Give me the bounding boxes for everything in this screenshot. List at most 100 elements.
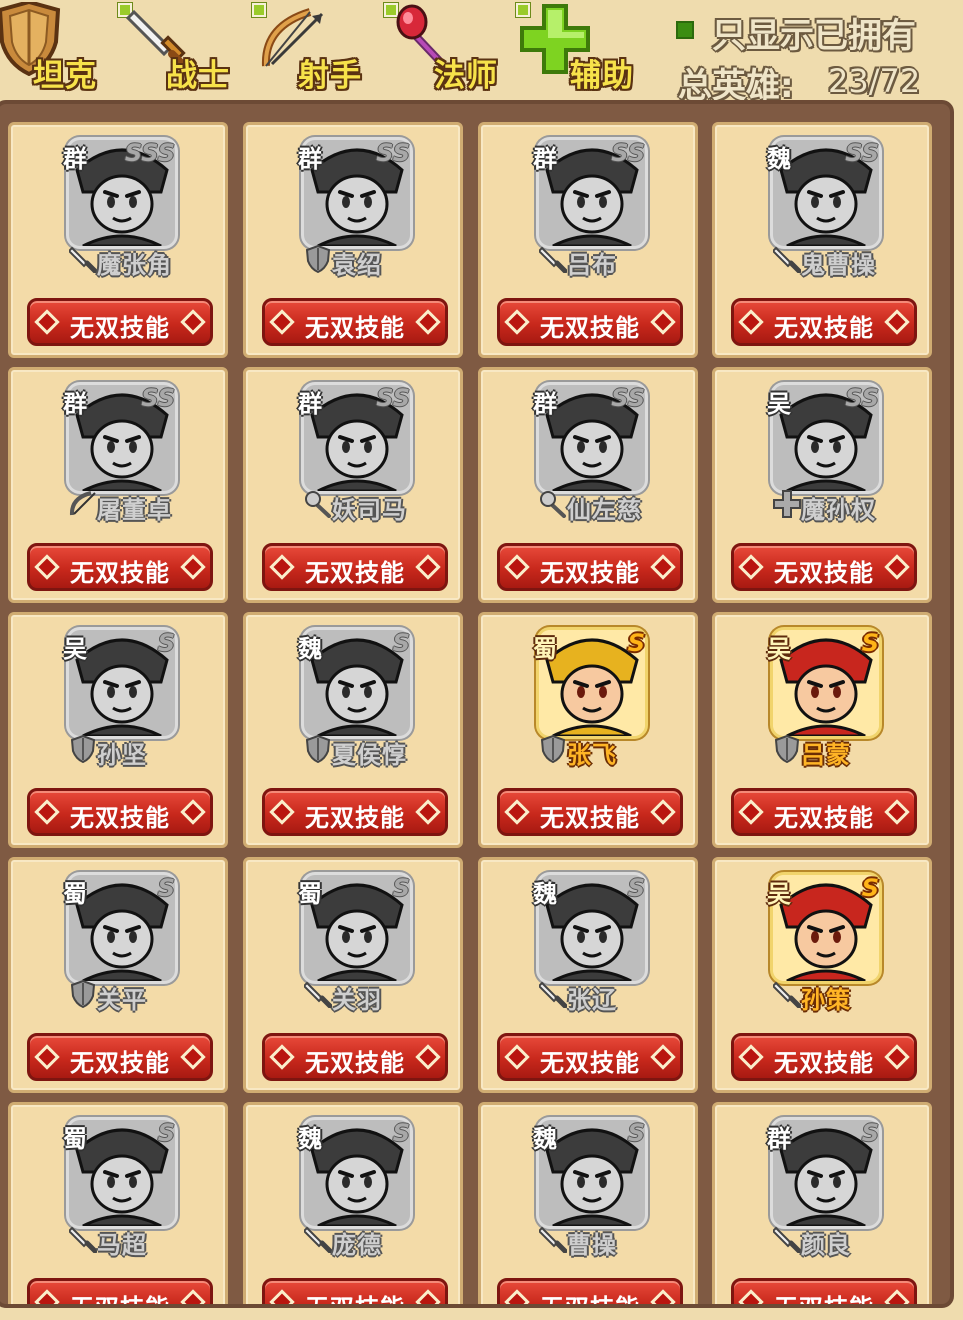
hero-faction: 群 <box>298 145 322 173</box>
hero-rank: S <box>392 1119 410 1147</box>
hero-rank: SS <box>611 384 645 412</box>
hero-name: 颜良 <box>801 1231 851 1259</box>
hero-name: 张辽 <box>567 986 617 1014</box>
unrivaled-skill-button[interactable]: 无双技能 <box>27 1278 213 1304</box>
hero-card[interactable]: 群 SS 吕布 无双技能 <box>478 122 698 358</box>
hero-faction: 蜀 <box>533 635 557 663</box>
unrivaled-skill-button[interactable]: 无双技能 <box>27 298 213 346</box>
unrivaled-skill-button[interactable]: 无双技能 <box>262 1033 448 1081</box>
hero-faction: 吴 <box>63 635 87 663</box>
hero-rank: S <box>627 874 645 902</box>
unrivaled-skill-button[interactable]: 无双技能 <box>262 298 448 346</box>
hero-card[interactable]: 蜀 S 张飞 无双技能 <box>478 612 698 848</box>
unrivaled-skill-button[interactable]: 无双技能 <box>497 298 683 346</box>
hero-faction: 蜀 <box>63 1125 87 1153</box>
hero-card[interactable]: 群 SS 妖司马 无双技能 <box>243 367 463 603</box>
hero-rank: S <box>627 629 645 657</box>
hero-faction: 群 <box>767 1125 791 1153</box>
hero-rank: SS <box>376 384 410 412</box>
tab-warrior-label: 战士 <box>166 58 230 94</box>
hero-card[interactable]: 群 SS 屠董卓 无双技能 <box>8 367 228 603</box>
bow-icon <box>69 490 97 518</box>
hero-card[interactable]: 魏 S 曹操 无双技能 <box>478 1102 698 1304</box>
hero-name: 鬼曹操 <box>801 251 876 279</box>
tab-archer[interactable]: 射手 <box>252 0 374 100</box>
hero-name: 孙坚 <box>97 741 147 769</box>
hero-faction: 吴 <box>767 880 791 908</box>
unrivaled-skill-button[interactable]: 无双技能 <box>27 788 213 836</box>
shield-icon <box>69 734 97 764</box>
owned-only-label: 只显示已拥有 <box>712 16 916 56</box>
tab-archer-label: 射手 <box>298 58 362 94</box>
shield-icon <box>69 979 97 1009</box>
hero-list-panel[interactable]: 群 SSS 魔张角 无双技能群 SS 袁绍 无双技能群 SS 吕布 无双技能魏 SS 鬼曹操 无双技能群… <box>0 100 954 1308</box>
hero-name: 屠董卓 <box>97 496 172 524</box>
unrivaled-skill-button[interactable]: 无双技能 <box>731 543 917 591</box>
hero-rank: SS <box>845 384 879 412</box>
sword-icon <box>537 1225 568 1254</box>
unrivaled-skill-button[interactable]: 无双技能 <box>497 788 683 836</box>
staff-icon <box>304 490 332 518</box>
unrivaled-skill-button[interactable]: 无双技能 <box>262 788 448 836</box>
unrivaled-skill-button[interactable]: 无双技能 <box>497 1033 683 1081</box>
sword-icon <box>302 980 333 1009</box>
tab-tank-label: 坦克 <box>33 58 97 94</box>
hero-collection-screen: 坦克 战士 射手 法师 辅助 只显示已拥有 总英雄: 23/72 群 SSS 魔… <box>0 0 963 1320</box>
sword-icon <box>771 1225 802 1254</box>
shield-icon <box>304 244 332 274</box>
hero-name: 袁绍 <box>332 251 382 279</box>
hero-rank: S <box>392 874 410 902</box>
sword-icon <box>771 245 802 274</box>
hero-name: 仙左慈 <box>567 496 642 524</box>
hero-card[interactable]: 蜀 S 马超 无双技能 <box>8 1102 228 1304</box>
tab-warrior[interactable]: 战士 <box>118 0 240 100</box>
hero-rank: SS <box>376 139 410 167</box>
hero-card[interactable]: 吴 S 孙策 无双技能 <box>712 857 932 1093</box>
hero-card[interactable]: 吴 S 吕蒙无双技能 <box>712 612 932 848</box>
unrivaled-skill-button[interactable]: 无双技能 <box>27 1033 213 1081</box>
unrivaled-skill-button[interactable]: 无双技能 <box>262 543 448 591</box>
hero-name: 庞德 <box>332 1231 382 1259</box>
hero-rank: SS <box>611 139 645 167</box>
hero-card[interactable]: 群 S 颜良无双技能 <box>712 1102 932 1304</box>
tab-support-label: 辅助 <box>570 58 634 94</box>
hero-card[interactable]: 魏 S 庞德无双技能 <box>243 1102 463 1304</box>
hero-card[interactable]: 吴 S 孙坚 无双技能 <box>8 612 228 848</box>
hero-name: 马超 <box>97 1231 147 1259</box>
unrivaled-skill-button[interactable]: 无双技能 <box>731 1033 917 1081</box>
hero-card[interactable]: 吴 SS 魔孙权 无双技能 <box>712 367 932 603</box>
unrivaled-skill-button[interactable]: 无双技能 <box>731 788 917 836</box>
staff-icon <box>539 490 567 518</box>
hero-faction: 魏 <box>298 1125 322 1153</box>
hero-name: 吕蒙 <box>801 741 851 769</box>
hero-card[interactable]: 魏 S 夏侯惇 无双技能 <box>243 612 463 848</box>
unrivaled-skill-button[interactable]: 无双技能 <box>731 1278 917 1304</box>
hero-card[interactable]: 群 SSS 魔张角 无双技能 <box>8 122 228 358</box>
unrivaled-skill-button[interactable]: 无双技能 <box>27 543 213 591</box>
hero-faction: 群 <box>533 390 557 418</box>
hero-rank: S <box>861 1119 879 1147</box>
hero-faction: 魏 <box>767 145 791 173</box>
shield-icon <box>304 734 332 764</box>
hero-faction: 群 <box>63 145 87 173</box>
hero-card[interactable]: 蜀 S 关羽 无双技能 <box>243 857 463 1093</box>
tab-tank[interactable]: 坦克 <box>0 0 110 100</box>
hero-card[interactable]: 魏 SS 鬼曹操 无双技能 <box>712 122 932 358</box>
tab-support[interactable]: 辅助 <box>516 0 640 100</box>
hero-faction: 蜀 <box>63 880 87 908</box>
tab-mage[interactable]: 法师 <box>384 0 506 100</box>
unrivaled-skill-button[interactable]: 无双技能 <box>497 1278 683 1304</box>
unrivaled-skill-button[interactable]: 无双技能 <box>731 298 917 346</box>
sword-icon <box>537 980 568 1009</box>
hero-card[interactable]: 魏 S 张辽 无双技能 <box>478 857 698 1093</box>
owned-only-checkbox[interactable] <box>676 21 694 39</box>
hero-card[interactable]: 群 SS 仙左慈无双技能 <box>478 367 698 603</box>
hero-card[interactable]: 群 SS 袁绍无双技能 <box>243 122 463 358</box>
hero-rank: SSS <box>124 139 175 167</box>
hero-rank: S <box>861 629 879 657</box>
hero-card[interactable]: 蜀 S 关平 无双技能 <box>8 857 228 1093</box>
unrivaled-skill-button[interactable]: 无双技能 <box>262 1278 448 1304</box>
hero-faction: 吴 <box>767 635 791 663</box>
unrivaled-skill-button[interactable]: 无双技能 <box>497 543 683 591</box>
hero-rank: S <box>627 1119 645 1147</box>
